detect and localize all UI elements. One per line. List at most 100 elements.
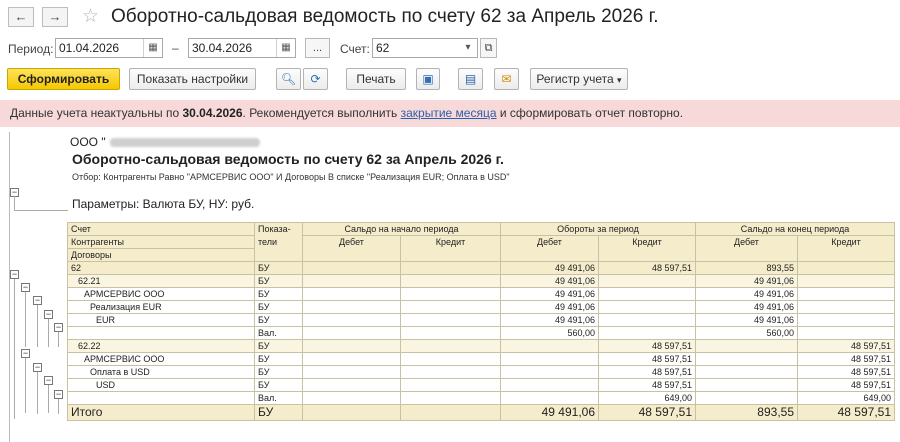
- cell-turnover-debit[interactable]: 49 491,06: [500, 261, 599, 275]
- forward-button[interactable]: →: [42, 7, 68, 27]
- cell-turnover-credit[interactable]: 649,00: [598, 391, 696, 405]
- cell-opening-debit[interactable]: [302, 378, 401, 392]
- collapse-counterparty-icon[interactable]: −: [33, 363, 42, 372]
- cell-opening-debit[interactable]: [302, 300, 401, 314]
- cell-closing-credit[interactable]: 48 597,51: [797, 339, 895, 353]
- cell-closing-credit[interactable]: [797, 300, 895, 314]
- cell-closing-debit[interactable]: 893,55: [695, 261, 798, 275]
- cell-closing-credit[interactable]: 649,00: [797, 391, 895, 405]
- cell-opening-debit[interactable]: [302, 326, 401, 340]
- back-button[interactable]: ←: [8, 7, 34, 27]
- row-name[interactable]: 62.21: [67, 274, 255, 288]
- cell-closing-credit[interactable]: [797, 274, 895, 288]
- cell-closing-credit[interactable]: [797, 287, 895, 301]
- cell-opening-credit[interactable]: [400, 378, 501, 392]
- search-next-button[interactable]: ⟳: [303, 68, 328, 90]
- select-period-button[interactable]: ...: [305, 38, 330, 58]
- cell-turnover-debit[interactable]: [500, 365, 599, 379]
- cell-turnover-debit[interactable]: 49 491,06: [500, 313, 599, 327]
- cell-opening-debit[interactable]: [302, 287, 401, 301]
- cell-opening-credit[interactable]: [400, 274, 501, 288]
- cell-closing-credit[interactable]: 48 597,51: [797, 378, 895, 392]
- cell-turnover-debit[interactable]: 49 491,06: [500, 274, 599, 288]
- cell-opening-credit[interactable]: [400, 313, 501, 327]
- cell-turnover-credit[interactable]: 48 597,51: [598, 378, 696, 392]
- cell-opening-debit[interactable]: [302, 339, 401, 353]
- cell-closing-credit[interactable]: [797, 326, 895, 340]
- cell-closing-debit[interactable]: 49 491,06: [695, 287, 798, 301]
- collapse-counterparty-icon[interactable]: −: [33, 296, 42, 305]
- cell-opening-debit[interactable]: [302, 261, 401, 275]
- cell-closing-debit[interactable]: 49 491,06: [695, 274, 798, 288]
- cell-closing-debit[interactable]: [695, 365, 798, 379]
- cell-closing-debit[interactable]: 560,00: [695, 326, 798, 340]
- collapse-62-22-icon[interactable]: −: [21, 349, 30, 358]
- cell-opening-credit[interactable]: [400, 300, 501, 314]
- row-name[interactable]: АРМСЕРВИС ООО: [67, 352, 255, 366]
- cell-turnover-debit[interactable]: [500, 378, 599, 392]
- period-to-field[interactable]: 30.04.2026 ▦: [188, 38, 296, 58]
- cell-opening-debit[interactable]: [302, 274, 401, 288]
- account-select[interactable]: 62 ▾: [372, 38, 478, 58]
- cell-opening-debit[interactable]: [302, 352, 401, 366]
- row-name[interactable]: 62: [67, 261, 255, 275]
- print-button[interactable]: Печать: [346, 68, 406, 90]
- cell-turnover-credit[interactable]: [598, 274, 696, 288]
- cell-turnover-credit[interactable]: 48 597,51: [598, 365, 696, 379]
- cell-closing-credit[interactable]: [797, 313, 895, 327]
- email-button[interactable]: ✉: [494, 68, 519, 90]
- cell-turnover-debit[interactable]: [500, 391, 599, 405]
- cell-opening-debit[interactable]: [302, 391, 401, 405]
- cell-opening-debit[interactable]: [302, 313, 401, 327]
- row-name[interactable]: [67, 326, 255, 340]
- cell-closing-debit[interactable]: 49 491,06: [695, 313, 798, 327]
- calendar-icon[interactable]: ▦: [143, 39, 162, 57]
- cell-closing-credit[interactable]: 48 597,51: [797, 352, 895, 366]
- register-button[interactable]: Регистр учета ▾: [530, 68, 628, 90]
- cell-closing-credit[interactable]: [797, 261, 895, 275]
- collapse-62-icon[interactable]: −: [10, 270, 19, 279]
- cell-opening-debit[interactable]: [302, 365, 401, 379]
- cell-turnover-credit[interactable]: 48 597,51: [598, 339, 696, 353]
- collapse-currency-icon[interactable]: −: [54, 390, 63, 399]
- cell-closing-credit[interactable]: 48 597,51: [797, 365, 895, 379]
- save-button[interactable]: ▤: [458, 68, 483, 90]
- row-name[interactable]: EUR: [67, 313, 255, 327]
- preview-button[interactable]: ▣: [416, 68, 440, 90]
- settings-button[interactable]: Показать настройки: [129, 68, 256, 90]
- open-account-button[interactable]: ⧉: [480, 38, 497, 58]
- cell-opening-credit[interactable]: [400, 352, 501, 366]
- period-from-field[interactable]: 01.04.2026 ▦: [55, 38, 163, 58]
- cell-turnover-credit[interactable]: 48 597,51: [598, 261, 696, 275]
- row-name[interactable]: АРМСЕРВИС ООО: [67, 287, 255, 301]
- cell-opening-credit[interactable]: [400, 326, 501, 340]
- cell-turnover-debit[interactable]: [500, 352, 599, 366]
- cell-opening-credit[interactable]: [400, 287, 501, 301]
- collapse-contract-icon[interactable]: −: [44, 376, 53, 385]
- cell-turnover-debit[interactable]: 560,00: [500, 326, 599, 340]
- cell-closing-debit[interactable]: 49 491,06: [695, 300, 798, 314]
- collapse-contract-icon[interactable]: −: [44, 310, 53, 319]
- close-month-link[interactable]: закрытие месяца: [401, 106, 497, 120]
- cell-closing-debit[interactable]: [695, 352, 798, 366]
- cell-turnover-credit[interactable]: [598, 300, 696, 314]
- search-button[interactable]: 🔍︎: [276, 68, 301, 90]
- row-name[interactable]: Реализация EUR: [67, 300, 255, 314]
- cell-turnover-credit[interactable]: [598, 313, 696, 327]
- cell-turnover-credit[interactable]: [598, 287, 696, 301]
- cell-turnover-debit[interactable]: 49 491,06: [500, 287, 599, 301]
- cell-closing-debit[interactable]: [695, 339, 798, 353]
- cell-turnover-debit[interactable]: 49 491,06: [500, 300, 599, 314]
- row-name[interactable]: USD: [67, 378, 255, 392]
- cell-turnover-credit[interactable]: 48 597,51: [598, 352, 696, 366]
- cell-opening-credit[interactable]: [400, 339, 501, 353]
- generate-button[interactable]: Сформировать: [7, 68, 120, 90]
- star-icon[interactable]: ☆: [82, 5, 99, 28]
- cell-closing-debit[interactable]: [695, 378, 798, 392]
- collapse-62-21-icon[interactable]: −: [21, 283, 30, 292]
- row-name[interactable]: [67, 391, 255, 405]
- cell-turnover-credit[interactable]: [598, 326, 696, 340]
- cell-closing-debit[interactable]: [695, 391, 798, 405]
- calendar-icon[interactable]: ▦: [276, 39, 295, 57]
- row-name[interactable]: 62.22: [67, 339, 255, 353]
